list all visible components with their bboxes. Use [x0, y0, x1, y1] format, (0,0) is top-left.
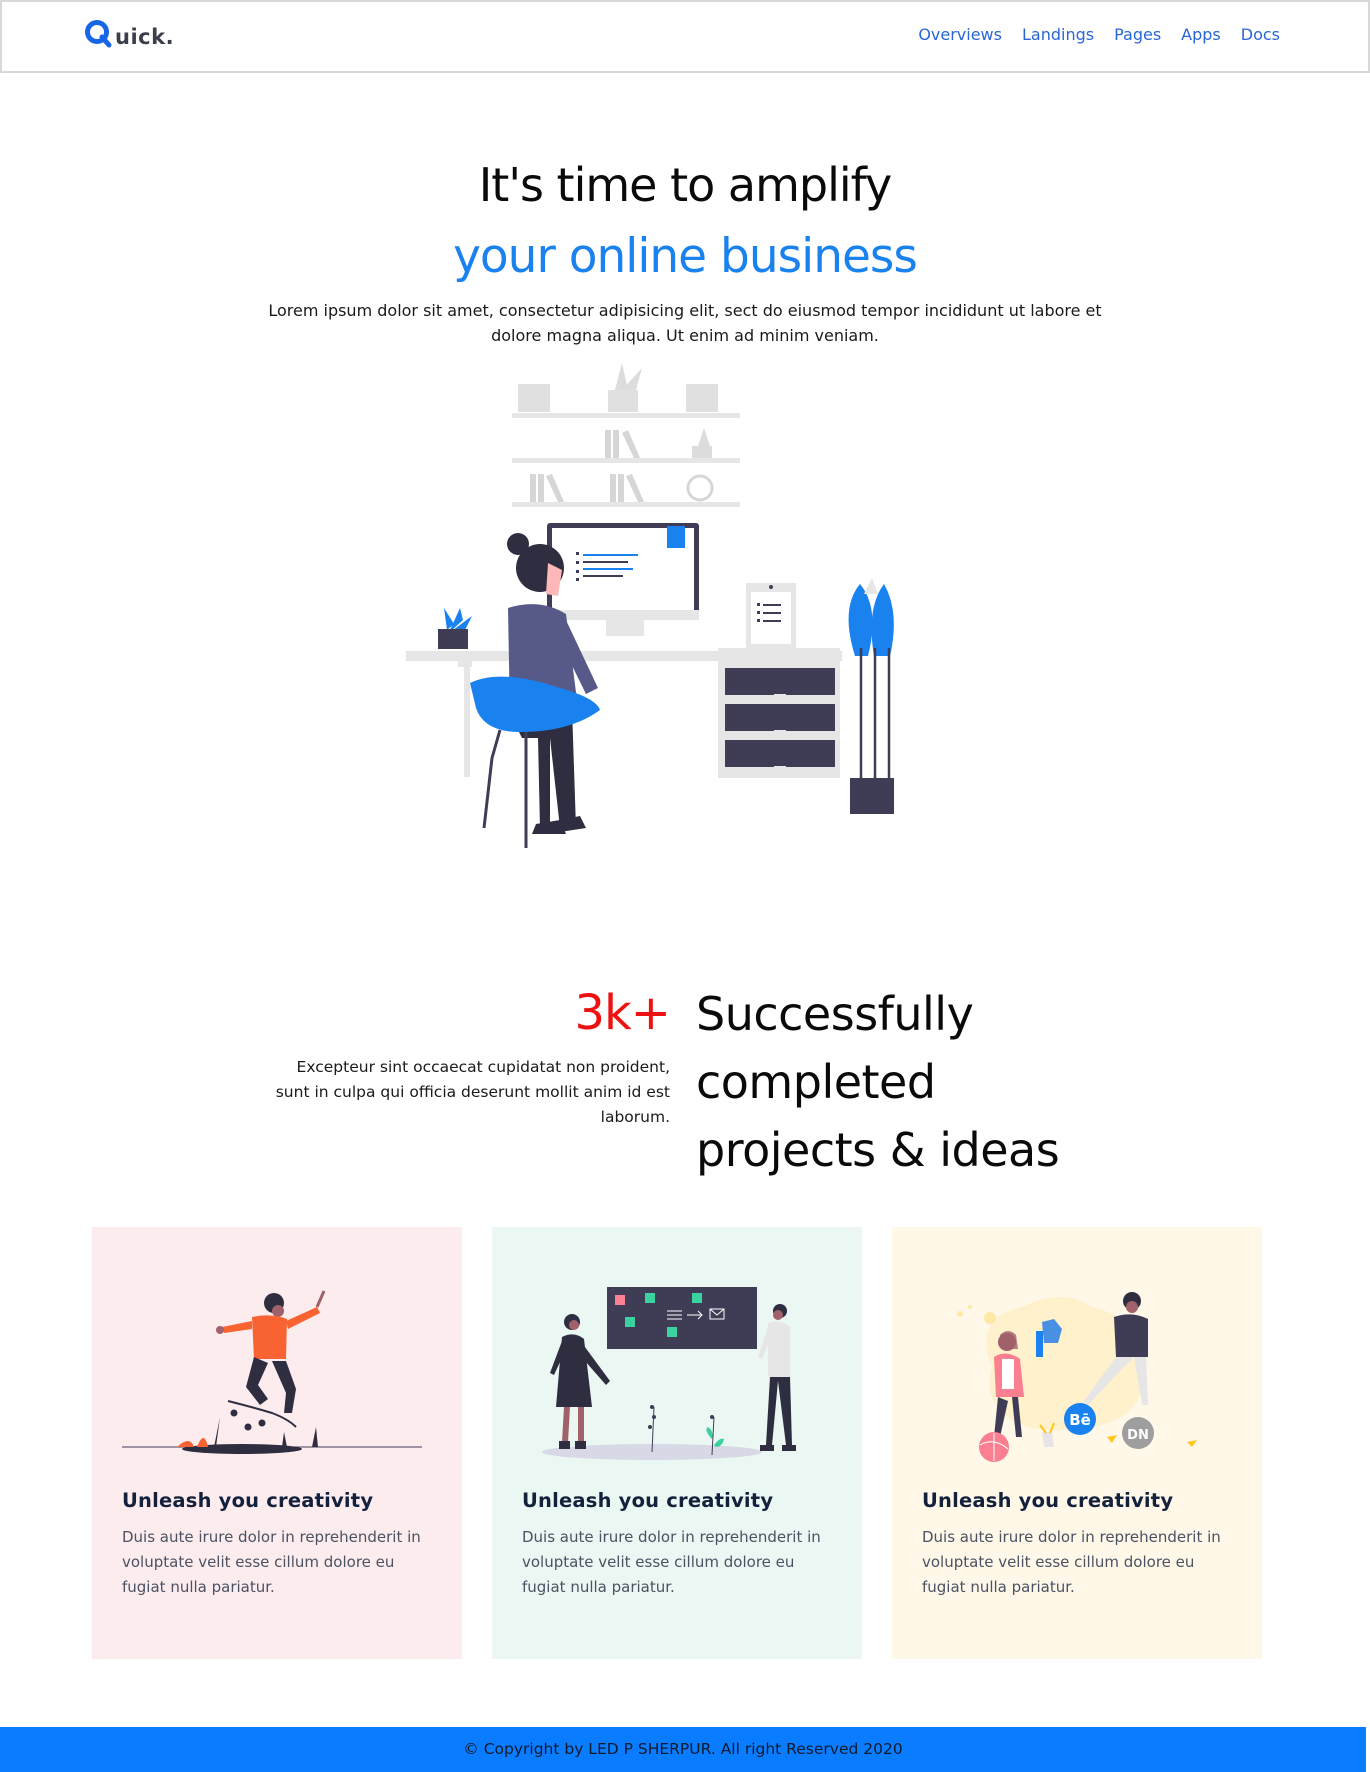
- stat-heading: Successfully completed projects & ideas: [696, 980, 1116, 1184]
- feature-card-2[interactable]: Unleash you creativity Duis aute irure d…: [492, 1227, 862, 1659]
- hero-workspace-illustration: [400, 358, 970, 852]
- nav-link-apps[interactable]: Apps: [1181, 25, 1221, 44]
- nav-link-docs[interactable]: Docs: [1241, 25, 1280, 44]
- nav-link-landings[interactable]: Landings: [1022, 25, 1094, 44]
- hero-title-line1: It's time to amplify: [478, 158, 893, 212]
- stat-heading-line2: completed: [696, 1055, 936, 1109]
- drawer-cabinet-icon: [718, 648, 840, 778]
- card-title: Unleash you creativity: [922, 1489, 1174, 1512]
- stat-heading-line1: Successfully: [696, 987, 974, 1041]
- stat-heading-line3: projects & ideas: [696, 1123, 1060, 1177]
- nav-link-overviews[interactable]: Overviews: [918, 25, 1002, 44]
- bookshelf-icon: [512, 363, 740, 507]
- footer-copyright: © Copyright by LED P SHERPUR. All right …: [463, 1740, 903, 1758]
- skater-illustration: [112, 1277, 442, 1467]
- desk-plant-icon: [438, 608, 472, 649]
- stat-description: Excepteur sint occaecat cupidatat non pr…: [275, 1058, 670, 1126]
- monitor-icon: [547, 523, 699, 636]
- footer: © Copyright by LED P SHERPUR. All right …: [0, 1727, 1366, 1772]
- nav-link-pages[interactable]: Pages: [1114, 25, 1161, 44]
- feature-card-3[interactable]: Bē DN Unleash you creativity Duis aute i…: [892, 1227, 1262, 1659]
- logo[interactable]: uick.: [84, 16, 174, 48]
- tall-plant-icon: [848, 578, 894, 814]
- whiteboard-team-illustration: [512, 1277, 842, 1467]
- logo-text: uick.: [115, 25, 175, 49]
- behance-icon: Bē: [1069, 1411, 1091, 1429]
- stat-number: 3k+: [574, 985, 671, 1041]
- hero-paragraph: Lorem ipsum dolor sit amet, consectetur …: [268, 301, 1102, 345]
- designer-news-icon: DN: [1127, 1428, 1149, 1443]
- social-people-illustration: Bē DN: [912, 1277, 1242, 1467]
- main-nav: Overviews Landings Pages Apps Docs: [918, 25, 1280, 44]
- navbar: uick. Overviews Landings Pages Apps Docs: [0, 0, 1370, 73]
- clipboard-icon: [746, 583, 796, 649]
- card-title: Unleash you creativity: [122, 1489, 374, 1512]
- feature-card-1[interactable]: Unleash you creativity Duis aute irure d…: [92, 1227, 462, 1659]
- card-body: Duis aute irure dolor in reprehenderit i…: [122, 1528, 421, 1596]
- card-title: Unleash you creativity: [522, 1489, 774, 1512]
- card-body: Duis aute irure dolor in reprehenderit i…: [522, 1528, 821, 1596]
- card-body: Duis aute irure dolor in reprehenderit i…: [922, 1528, 1221, 1596]
- logo-q-icon: [84, 18, 114, 48]
- hero-title-line2: your online business: [453, 229, 918, 284]
